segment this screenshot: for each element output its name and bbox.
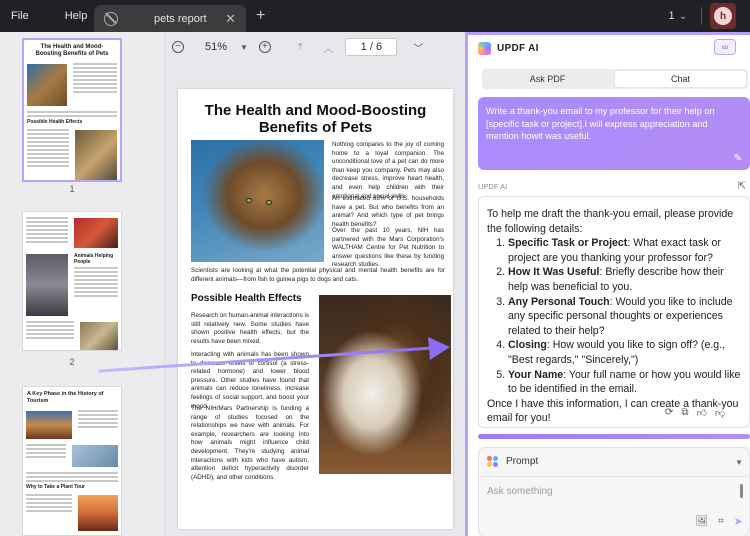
dog-and-cat-photo [319, 295, 451, 474]
chevron-down-icon[interactable]: ▼ [735, 458, 743, 467]
bot-name: UPDF AI [478, 182, 508, 191]
ask-input[interactable] [487, 486, 727, 497]
paragraph: The NIH/Mars Partnership is funding a ra… [191, 405, 309, 481]
zoom-dropdown-icon[interactable]: ▼ [240, 43, 248, 52]
first-page-icon[interactable]: ⤒ [298, 42, 302, 53]
paragraph: An estimated 68% of U.S. households have… [332, 195, 444, 228]
thumbnail-heading: Why to Take a Plant Tour [26, 484, 85, 490]
document-title: The Health and Mood-Boosting Benefits of… [204, 102, 427, 136]
page-indicator[interactable]: 1 / 6 [345, 38, 398, 56]
thumbnail-dog-image [74, 218, 118, 248]
ai-mode-toggle-icon[interactable]: ∞ [714, 39, 736, 55]
page-number-2: 2 [69, 357, 75, 367]
document-area: − 51% ▼ + ⤒ ︿ 1 / 6 ﹀ The Health and Moo… [166, 32, 464, 536]
user-message-text: Write a thank-you email to my professor … [486, 106, 715, 141]
new-tab-icon[interactable]: + [256, 7, 265, 25]
tab-ask-pdf[interactable]: Ask PDF [482, 69, 613, 89]
thumbnail-eiffel-image [78, 495, 118, 531]
thumbnail-image [80, 322, 118, 350]
prompt-selector[interactable]: Prompt [487, 456, 538, 467]
next-page-icon[interactable]: ﹀ [413, 40, 423, 55]
list-item: Closing: How would you like to sign off?… [508, 338, 741, 367]
crop-icon[interactable]: ⌗ [718, 516, 724, 527]
ai-panel-title: UPDF AI [497, 42, 539, 54]
image-icon[interactable]: 🖼︎ [695, 516, 708, 527]
zoom-out-icon[interactable]: − [172, 41, 184, 53]
scrollbar[interactable] [740, 484, 743, 498]
cat-photo [191, 140, 324, 262]
previous-page-icon[interactable]: ︿ [323, 40, 333, 55]
prompt-icon [487, 456, 498, 467]
thumbnail-cat-image [27, 64, 67, 106]
zoom-in-icon[interactable]: + [258, 41, 271, 53]
zoom-level[interactable]: 51% [205, 41, 227, 53]
thumbs-up-icon[interactable]: 👍︎ [697, 407, 707, 419]
thumbnail-page-1[interactable]: The Health and Mood-Boosting Benefits of… [22, 38, 122, 182]
paragraph: Research on human-animal interactions is… [191, 312, 309, 345]
thumbnail-title: The Health and Mood-Boosting Benefits of… [35, 44, 109, 57]
list-item: How It Was Useful: Briefly describe how … [508, 265, 741, 294]
paragraph: Over the past 10 years, NIH has partnere… [332, 227, 444, 269]
tab-title: pets report [154, 12, 207, 25]
divider [701, 7, 702, 25]
chevron-down-icon[interactable]: ⌄ [679, 11, 687, 22]
tabs-count[interactable]: 1 [668, 10, 674, 22]
loading-bar [478, 434, 750, 439]
thumbnail-title: A Key Phase in the History of Tourism [27, 391, 104, 404]
thumbnail-page-2[interactable]: Animals Helping People [22, 211, 122, 351]
list-item: Your Name: Your full name or how you wou… [508, 368, 741, 397]
regenerate-icon[interactable]: ⟳ [665, 407, 673, 419]
updf-ai-logo-icon [478, 41, 491, 55]
response-list: Specific Task or Project: What exact tas… [508, 236, 741, 397]
avatar: h [714, 7, 732, 25]
account-button[interactable]: h [710, 3, 736, 29]
cat-eye [266, 200, 272, 205]
prompt-box: Prompt ▼ 🖼︎ ⌗ ➤ [478, 447, 750, 536]
prompt-actions: 🖼︎ ⌗ ➤ [695, 515, 743, 528]
thumbnail-heading: Animals Helping People [74, 253, 114, 265]
tab-close-icon[interactable]: ✕ [225, 11, 236, 27]
send-icon[interactable]: ➤ [734, 515, 743, 528]
thumbnail-image [72, 445, 118, 467]
menu-file[interactable]: File [0, 10, 40, 22]
response-actions: ⟳ ⧉ 👍︎ 👎︎ [665, 407, 725, 419]
paragraph: Nothing compares to the joy of coming ho… [332, 141, 444, 200]
thumbnail-heading: Possible Health Effects [27, 119, 83, 125]
edit-icon[interactable]: ✎ [734, 153, 742, 166]
pdf-page: The Health and Mood-Boosting Benefits of… [178, 89, 453, 529]
cat-eye [246, 198, 252, 203]
list-item: Specific Task or Project: What exact tas… [508, 236, 741, 265]
title-bar: File Help pets report ✕ + 1 ⌄ h [0, 0, 750, 32]
thumbnail-city-image [26, 411, 72, 439]
user-message: Write a thank-you email to my professor … [478, 97, 750, 170]
thumbs-down-icon[interactable]: 👎︎ [715, 407, 725, 419]
ai-mode-tabs: Ask PDF Chat [482, 69, 748, 89]
document-toolbar: − 51% ▼ + ⤒ ︿ 1 / 6 ﹀ [166, 32, 464, 62]
share-icon[interactable]: ⇱ [738, 181, 746, 192]
prompt-label: Prompt [506, 456, 539, 467]
divider [479, 476, 749, 477]
menu-help[interactable]: Help [54, 10, 99, 22]
ai-panel: UPDF AI ∞ Ask PDF Chat Write a thank-you… [465, 32, 750, 536]
cloud-off-icon [104, 11, 118, 26]
section-heading: Possible Health Effects [191, 293, 302, 304]
copy-icon[interactable]: ⧉ [681, 407, 688, 419]
ai-response: To help me draft the thank-you email, pl… [478, 196, 750, 428]
paragraph: Interacting with animals has been shown … [191, 351, 309, 410]
page-number-1: 1 [69, 184, 75, 194]
thumbnail-panel: The Health and Mood-Boosting Benefits of… [0, 32, 165, 536]
thumbnail-dog-image [75, 130, 117, 180]
thumbnail-page-3[interactable]: A Key Phase in the History of Tourism Wh… [22, 386, 122, 536]
tab-chat[interactable]: Chat [615, 71, 746, 87]
thumbnail-cat-image [26, 254, 68, 316]
list-item: Any Personal Touch: Would you like to in… [508, 295, 741, 339]
response-intro: To help me draft the thank-you email, pl… [487, 208, 734, 235]
document-tab[interactable]: pets report ✕ [94, 5, 246, 32]
ai-header: UPDF AI [468, 35, 750, 61]
paragraph: Scientists are looking at what the poten… [191, 267, 445, 283]
